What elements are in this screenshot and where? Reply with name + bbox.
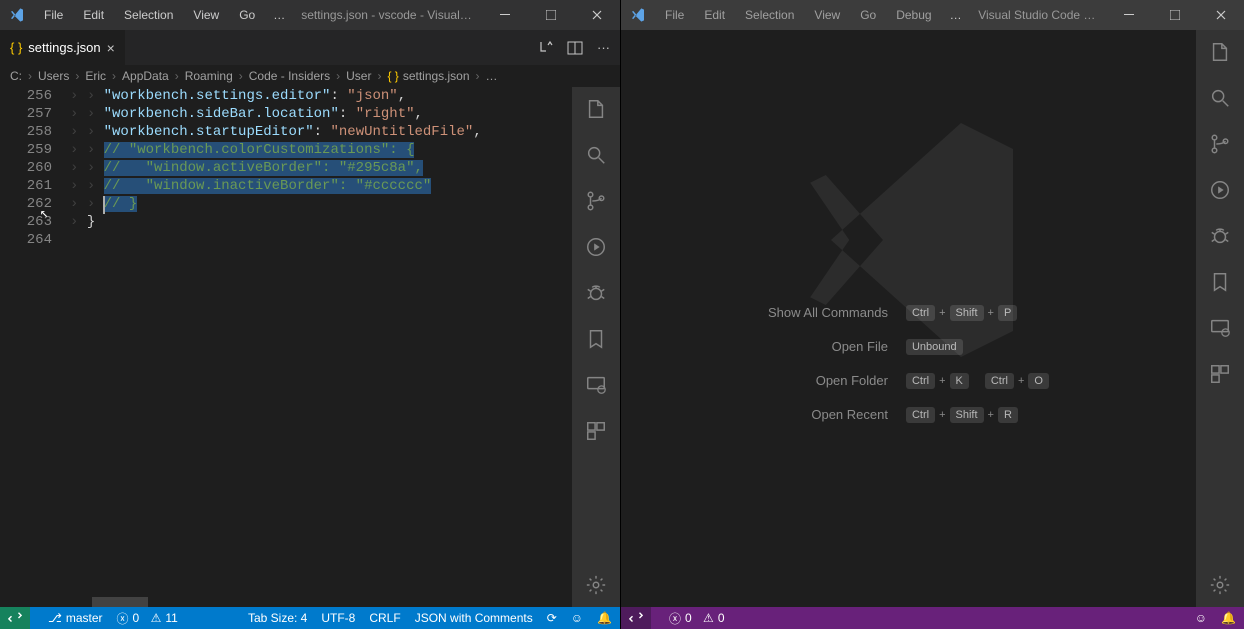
status-tab-size[interactable]: Tab Size: 4 bbox=[248, 611, 307, 625]
remote-explorer-icon[interactable] bbox=[584, 373, 608, 397]
search-icon[interactable] bbox=[1208, 86, 1232, 110]
vscode-logo-icon bbox=[629, 6, 647, 24]
window-title: Visual Studio Code … bbox=[972, 8, 1102, 22]
compare-changes-icon[interactable] bbox=[537, 40, 553, 56]
activity-bar bbox=[1196, 30, 1244, 607]
welcome-view: Show All CommandsCtrl+Shift+POpen FileUn… bbox=[621, 30, 1196, 607]
tab-close-icon[interactable]: × bbox=[107, 40, 115, 56]
bookmark-icon[interactable] bbox=[584, 327, 608, 351]
code-editor[interactable]: 256257258259260261262263264 › › "workben… bbox=[0, 87, 572, 607]
menu-go[interactable]: Go bbox=[852, 4, 884, 26]
horizontal-scrollbar[interactable] bbox=[92, 597, 148, 607]
activity-bar bbox=[572, 87, 620, 607]
status-language[interactable]: JSON with Comments bbox=[415, 611, 533, 625]
more-actions-icon[interactable]: ··· bbox=[597, 40, 610, 55]
window-maximize-button[interactable] bbox=[528, 0, 574, 30]
menu-view[interactable]: View bbox=[806, 4, 848, 26]
menu-view[interactable]: View bbox=[185, 4, 227, 26]
menu-edit[interactable]: Edit bbox=[75, 4, 112, 26]
window-minimize-button[interactable] bbox=[1106, 0, 1152, 30]
search-icon[interactable] bbox=[584, 143, 608, 167]
json-file-icon: { } bbox=[387, 69, 398, 83]
settings-gear-icon[interactable] bbox=[1208, 573, 1232, 597]
menu-edit[interactable]: Edit bbox=[696, 4, 733, 26]
status-bell-icon[interactable]: 🔔 bbox=[597, 611, 612, 625]
files-icon[interactable] bbox=[584, 97, 608, 121]
settings-gear-icon[interactable] bbox=[584, 573, 608, 597]
git-branch[interactable]: ⎇master bbox=[48, 611, 103, 625]
source-control-icon[interactable] bbox=[584, 189, 608, 213]
welcome-keybinding: Ctrl+KCtrl+O bbox=[906, 373, 1049, 389]
menu-overflow[interactable]: … bbox=[267, 4, 291, 26]
status-encoding[interactable]: UTF-8 bbox=[321, 611, 355, 625]
welcome-keybinding: Ctrl+Shift+R bbox=[906, 407, 1049, 423]
bookmark-icon[interactable] bbox=[1208, 270, 1232, 294]
status-bar: ⓧ0 ⚠0 ☺ 🔔 bbox=[621, 607, 1244, 629]
vscode-watermark-icon bbox=[779, 110, 1039, 370]
json-file-icon: { } bbox=[10, 40, 22, 55]
extensions-icon[interactable] bbox=[1208, 362, 1232, 386]
minimap[interactable] bbox=[562, 87, 572, 607]
window-close-button[interactable] bbox=[1198, 0, 1244, 30]
status-feedback-icon[interactable]: ☺ bbox=[571, 611, 583, 625]
tabs-bar: { } settings.json × ··· bbox=[0, 30, 620, 65]
source-control-icon[interactable] bbox=[1208, 132, 1232, 156]
tab-settings-json[interactable]: { } settings.json × bbox=[0, 30, 126, 65]
welcome-command-label: Open Folder bbox=[768, 373, 888, 388]
breadcrumbs[interactable]: C:› Users› Eric› AppData› Roaming› Code … bbox=[0, 65, 620, 87]
debug-run-icon[interactable] bbox=[1208, 178, 1232, 202]
remote-explorer-icon[interactable] bbox=[1208, 316, 1232, 340]
debug-run-icon[interactable] bbox=[584, 235, 608, 259]
vscode-logo-icon bbox=[8, 6, 26, 24]
status-bar: ⎇master ⓧ0 ⚠11 Tab Size: 4 UTF-8 CRLF JS… bbox=[0, 607, 620, 629]
window-minimize-button[interactable] bbox=[482, 0, 528, 30]
status-bell-icon[interactable]: 🔔 bbox=[1221, 611, 1236, 625]
status-sync-icon[interactable]: ⟳ bbox=[547, 611, 557, 625]
menu-debug[interactable]: Debug bbox=[888, 4, 939, 26]
remote-indicator[interactable] bbox=[0, 607, 30, 629]
menu-overflow[interactable]: … bbox=[944, 4, 968, 26]
bug-icon[interactable] bbox=[584, 281, 608, 305]
status-feedback-icon[interactable]: ☺ bbox=[1195, 611, 1207, 625]
extensions-icon[interactable] bbox=[584, 419, 608, 443]
menu-go[interactable]: Go bbox=[231, 4, 263, 26]
problems-counter[interactable]: ⓧ0 ⚠11 bbox=[117, 610, 178, 627]
window-maximize-button[interactable] bbox=[1152, 0, 1198, 30]
files-icon[interactable] bbox=[1208, 40, 1232, 64]
welcome-command-label: Open Recent bbox=[768, 407, 888, 422]
problems-counter[interactable]: ⓧ0 ⚠0 bbox=[669, 610, 725, 627]
status-eol[interactable]: CRLF bbox=[369, 611, 400, 625]
title-bar: File Edit Selection View Go Debug … Visu… bbox=[621, 0, 1244, 30]
split-editor-icon[interactable] bbox=[567, 40, 583, 56]
remote-indicator[interactable] bbox=[621, 607, 651, 629]
menu-file[interactable]: File bbox=[36, 4, 71, 26]
menu-selection[interactable]: Selection bbox=[737, 4, 802, 26]
window-close-button[interactable] bbox=[574, 0, 620, 30]
tab-label: settings.json bbox=[28, 40, 100, 55]
title-bar: File Edit Selection View Go … settings.j… bbox=[0, 0, 620, 30]
menu-file[interactable]: File bbox=[657, 4, 692, 26]
window-title: settings.json - vscode - Visual … bbox=[295, 8, 478, 22]
menu-selection[interactable]: Selection bbox=[116, 4, 181, 26]
bug-icon[interactable] bbox=[1208, 224, 1232, 248]
